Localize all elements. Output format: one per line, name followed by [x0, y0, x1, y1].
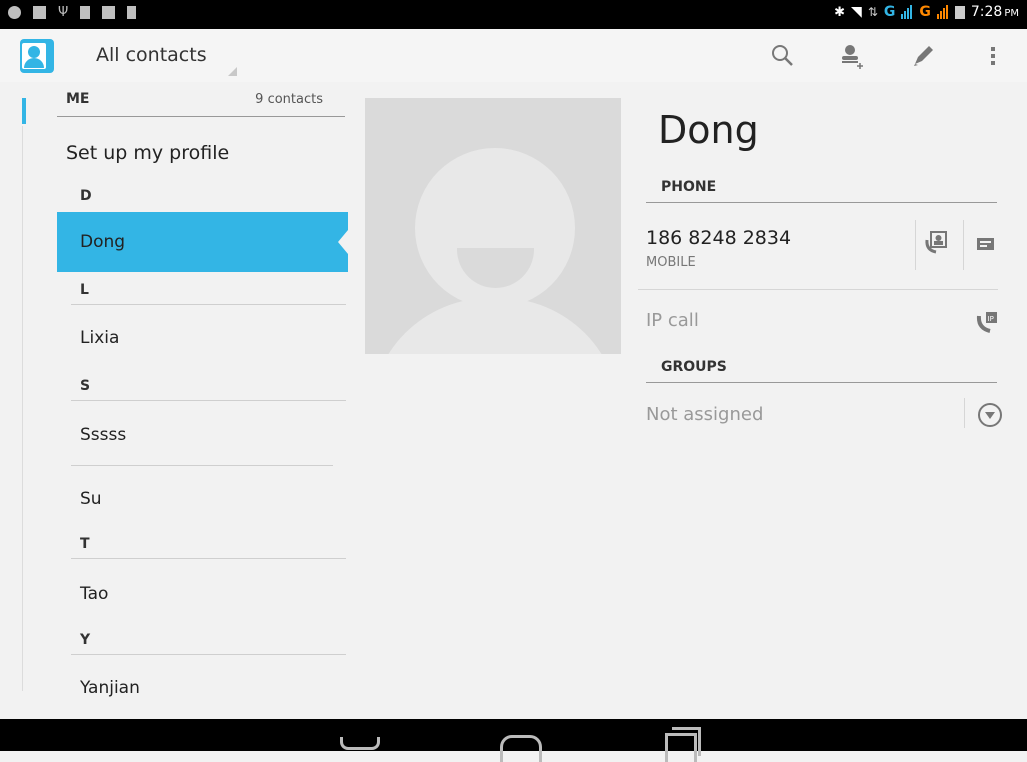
data-icon: ⇅: [867, 5, 878, 19]
contact-name: Sssss: [80, 425, 127, 445]
contact-name: Su: [80, 489, 102, 509]
section-letter: Y: [80, 632, 91, 648]
image-icon-2: [102, 6, 116, 19]
contacts-app-icon[interactable]: [20, 39, 54, 73]
section-letter: S: [80, 378, 91, 394]
section-header-d: D: [57, 188, 348, 204]
contact-display-name: Dong: [658, 108, 759, 152]
contact-photo[interactable]: [365, 98, 621, 354]
ip-call-divider: [638, 289, 998, 290]
phone-section-divider: [646, 202, 997, 203]
spinner-triangle-icon: [228, 67, 237, 76]
avatar-body: [370, 298, 620, 354]
section-divider: [71, 654, 346, 655]
contact-name: Yanjian: [80, 678, 140, 698]
wifi-icon: ◥: [851, 4, 862, 20]
home-button-icon[interactable]: [500, 735, 542, 762]
clock-time: 7:28: [970, 4, 1003, 20]
clock: 7:28 PM: [971, 4, 1019, 20]
phone-action-separator: [915, 220, 916, 270]
ip-call-item[interactable]: IP call: [646, 310, 699, 331]
phone-type-label: MOBILE: [646, 255, 696, 270]
search-icon[interactable]: [769, 42, 797, 70]
signal-icon-1: [901, 5, 913, 19]
section-divider: [71, 400, 346, 401]
list-item-dong-selected[interactable]: Dong: [57, 212, 348, 272]
list-divider: [71, 465, 333, 466]
section-header-l: L: [57, 282, 348, 305]
contact-name: Tao: [80, 584, 109, 604]
contact-count: 9 contacts: [255, 92, 323, 107]
status-bar: Ψ ✱ ◥ ⇅ G G 7:28 PM: [0, 0, 1027, 29]
clock-ampm: PM: [1004, 8, 1019, 19]
section-letter: L: [80, 282, 89, 298]
section-header-s: S: [57, 378, 348, 401]
groups-value[interactable]: Not assigned: [646, 404, 763, 425]
lock-icon: [80, 6, 91, 19]
list-item-sssss[interactable]: Sssss: [57, 425, 348, 445]
battery-icon: [954, 5, 965, 19]
contacts-filter-spinner[interactable]: All contacts: [96, 44, 207, 66]
usb-icon: Ψ: [58, 5, 69, 20]
phone-section-header: PHONE: [661, 179, 717, 195]
contact-name: Lixia: [80, 328, 120, 348]
selection-notch: [338, 230, 348, 254]
bluetooth-icon: ✱: [834, 4, 846, 20]
section-letter: D: [80, 188, 92, 204]
contact-name: Dong: [80, 232, 126, 252]
signal-icon-2: [936, 5, 948, 19]
edit-icon[interactable]: [909, 42, 937, 70]
sd-card-icon: [127, 6, 137, 19]
video-call-icon[interactable]: [924, 230, 950, 256]
network-type-1: G: [883, 4, 896, 20]
section-header-t: T: [57, 536, 348, 559]
list-item-su[interactable]: Su: [57, 489, 348, 509]
groups-separator: [964, 398, 965, 428]
fast-scroll-track[interactable]: [22, 126, 23, 691]
overflow-menu-icon[interactable]: [979, 42, 1007, 70]
section-divider: [71, 304, 346, 305]
phone-action-separator-2: [963, 220, 964, 270]
network-type-2: G: [919, 4, 931, 20]
section-letter: T: [80, 536, 90, 552]
groups-dropdown-icon[interactable]: [978, 403, 1002, 427]
add-contact-icon[interactable]: [839, 42, 867, 70]
back-button-icon[interactable]: [340, 737, 380, 750]
notification-icon: [8, 6, 21, 19]
contact-list-pane[interactable]: ME 9 contacts Set up my profile D Dong L…: [0, 82, 348, 719]
contact-detail-pane: Dong PHONE 186 8248 2834 MOBILE IP call …: [348, 82, 1027, 719]
section-divider: [71, 558, 346, 559]
image-icon: [33, 6, 46, 19]
system-status: ✱ ◥ ⇅ G G 7:28 PM: [834, 4, 1019, 20]
groups-section-header: GROUPS: [661, 359, 727, 375]
phone-number[interactable]: 186 8248 2834: [646, 227, 791, 249]
section-header-y: Y: [57, 632, 348, 655]
svg-text:IP: IP: [988, 315, 994, 323]
notification-icons: Ψ: [8, 5, 137, 20]
setup-profile-item[interactable]: Set up my profile: [66, 142, 229, 164]
navigation-bar: [0, 719, 1027, 762]
action-buttons: [769, 29, 1007, 82]
person-head: [28, 46, 40, 58]
me-section-header: ME: [66, 91, 90, 107]
message-icon[interactable]: [976, 234, 996, 254]
list-item-yanjian[interactable]: Yanjian: [57, 678, 348, 698]
ip-call-icon[interactable]: IP: [976, 310, 1000, 334]
action-bar: All contacts: [0, 29, 1027, 83]
fast-scroll-thumb[interactable]: [22, 98, 26, 124]
list-item-tao[interactable]: Tao: [57, 584, 348, 604]
groups-section-divider: [646, 382, 997, 383]
me-divider: [57, 116, 345, 117]
recent-apps-back-layer: [672, 727, 701, 756]
list-item-lixia[interactable]: Lixia: [57, 328, 348, 348]
